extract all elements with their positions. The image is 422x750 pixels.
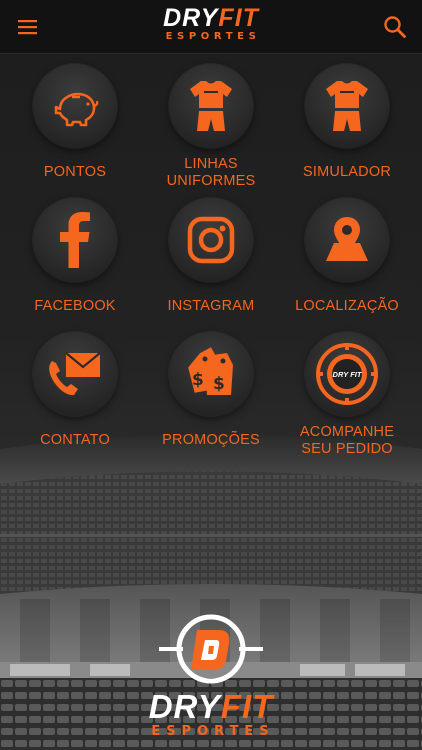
menu-item-label: PROMOÇÕES (162, 432, 260, 448)
menu-item-facebook[interactable]: FACEBOOK (6, 198, 144, 328)
facebook-icon (60, 212, 90, 268)
brand-word-dry: DRY (163, 4, 219, 32)
menu-item-pontos[interactable]: PONTOS (6, 64, 144, 194)
piggy-bank-icon (54, 92, 99, 127)
menu-item-circle (305, 198, 389, 282)
menu-item-circle (305, 64, 389, 148)
location-pin-icon (326, 217, 368, 261)
menu-item-label: INSTAGRAM (167, 298, 255, 314)
menu-item-circle (33, 64, 117, 148)
menu-item-label: ACOMPANHE SEU PEDIDO (299, 424, 395, 457)
uniform-icon (190, 81, 232, 131)
menu-item-circle (169, 198, 253, 282)
menu-item-simulador[interactable]: SIMULADOR (278, 64, 416, 194)
menu-item-linhas-uniformes[interactable]: LINHAS UNIFORMES (142, 64, 280, 194)
order-badge-text: DRY FIT (333, 370, 363, 379)
menu-item-circle: $ $ (169, 332, 253, 416)
menu-item-circle (169, 64, 253, 148)
menu-item-circle: DRY FIT (305, 332, 389, 416)
footer-brand-wordmark: DRYFIT (121, 688, 301, 725)
menu-item-circle (33, 332, 117, 416)
menu-item-label: SIMULADOR (302, 164, 391, 180)
hamburger-menu-icon[interactable] (14, 15, 44, 39)
footer-brand-word-dry: DRY (148, 688, 221, 725)
search-icon[interactable] (382, 14, 408, 40)
brand-wordmark: DRYFIT (162, 4, 261, 32)
top-app-bar: DRYFIT ESPORTES (0, 0, 422, 54)
price-tag-icon: $ $ (188, 347, 233, 395)
instagram-icon (187, 216, 235, 264)
brand-logo: DRYFIT ESPORTES (162, 6, 261, 43)
menu-item-promocoes[interactable]: $ $ PROMOÇÕES (142, 332, 280, 462)
footer-brand-word-fit: FIT (220, 688, 274, 725)
menu-item-circle (33, 198, 117, 282)
menu-item-acompanhe-seu-pedido[interactable]: DRY FIT ACOMPANHE SEU PEDIDO (278, 332, 416, 462)
phone-envelope-icon (49, 352, 101, 396)
menu-item-label: CONTATO (40, 432, 110, 448)
brand-emblem (159, 614, 263, 684)
menu-item-label: FACEBOOK (34, 298, 116, 314)
svg-text:$: $ (192, 370, 204, 390)
brand-word-fit: FIT (218, 4, 259, 32)
menu-item-contato[interactable]: CONTATO (6, 332, 144, 462)
menu-item-label: LINHAS UNIFORMES (166, 156, 256, 189)
brand-subtitle: ESPORTES (165, 31, 261, 42)
menu-item-instagram[interactable]: INSTAGRAM (142, 198, 280, 328)
svg-text:$: $ (213, 374, 225, 394)
menu-item-label: PONTOS (43, 164, 107, 180)
footer-brand-subtitle: ESPORTES (151, 724, 275, 739)
uniform-icon (326, 81, 368, 131)
home-screen: PONTOS LINHAS UNIFORMES SIMULADOR FACEBO… (0, 54, 422, 750)
menu-item-label: LOCALIZAÇÃO (295, 298, 399, 314)
order-tracking-icon: DRY FIT (316, 343, 378, 405)
footer-logo: DRYFIT ESPORTES (121, 612, 301, 739)
menu-item-localizacao[interactable]: LOCALIZAÇÃO (278, 198, 416, 328)
